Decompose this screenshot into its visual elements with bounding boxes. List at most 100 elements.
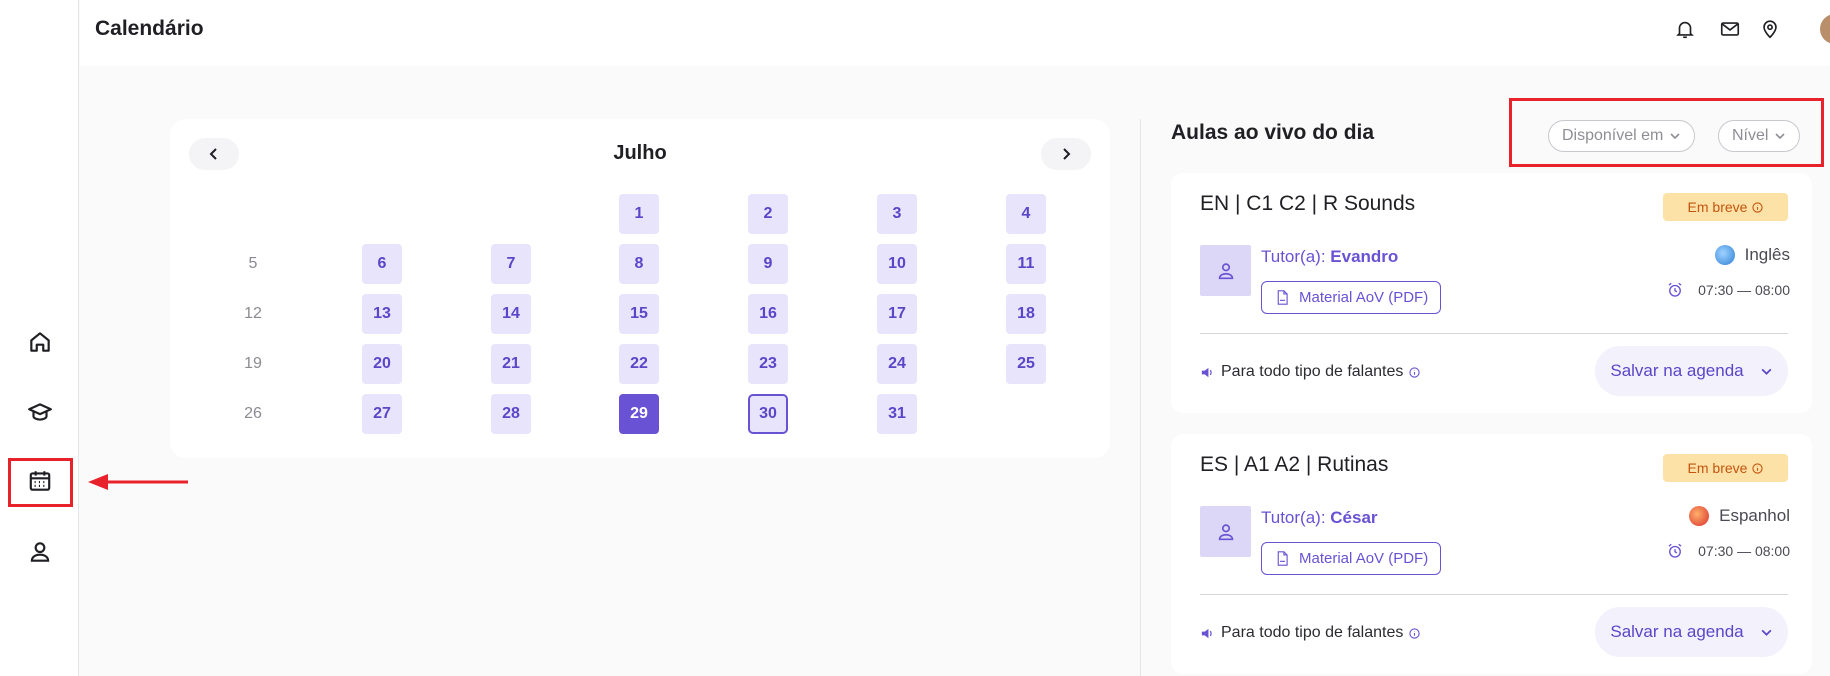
page-title: Calendário (95, 17, 204, 40)
chevron-down-icon (1670, 133, 1680, 140)
time-label: 07:30 — 08:00 (1698, 282, 1790, 298)
calendar-day-7[interactable]: 7 (491, 244, 531, 284)
filter-level-dropdown[interactable]: Nível (1718, 120, 1801, 152)
material-label: Material AoV (PDF) (1299, 550, 1429, 567)
lesson-time: 07:30 — 08:00 (1666, 542, 1790, 560)
nav-courses[interactable] (19, 391, 61, 433)
tutor-prefix: Tutor(a): (1261, 508, 1331, 527)
info-icon[interactable] (1409, 366, 1420, 378)
pdf-file-icon (1277, 551, 1288, 566)
alarm-clock-icon (1668, 282, 1682, 297)
tutor-info: Tutor(a): Evandro (1261, 247, 1398, 267)
chevron-right-icon (1063, 148, 1071, 160)
speaker-icon (1201, 367, 1212, 377)
annotation-arrow-icon (88, 474, 188, 490)
calendar-day-28[interactable]: 28 (491, 394, 531, 434)
messages-button[interactable] (1715, 14, 1745, 44)
calendar-day-24[interactable]: 24 (877, 344, 917, 384)
user-icon (1218, 523, 1233, 540)
tutor-avatar (1200, 245, 1251, 296)
tutor-prefix: Tutor(a): (1261, 247, 1331, 266)
save-to-agenda-button[interactable]: Salvar na agenda (1595, 346, 1788, 396)
alarm-clock-icon (1668, 543, 1682, 558)
mail-icon (1720, 22, 1740, 36)
user-avatar[interactable] (1820, 14, 1830, 44)
user-icon (1218, 262, 1233, 279)
sidebar (0, 0, 79, 676)
calendar-month-label: Julho (613, 142, 667, 164)
notifications-button[interactable] (1670, 14, 1700, 44)
calendar-day-18[interactable]: 18 (1006, 294, 1046, 334)
calendar-day-26: 26 (244, 405, 262, 422)
annotation-highlight-calendar (8, 458, 73, 507)
calendar-day-14[interactable]: 14 (491, 294, 531, 334)
filter-available-dropdown[interactable]: Disponível em (1548, 120, 1696, 152)
calendar-day-20[interactable]: 20 (362, 344, 402, 384)
calendar-day-17[interactable]: 17 (877, 294, 917, 334)
calendar-day-16[interactable]: 16 (748, 294, 788, 334)
language-label: Espanhol (1719, 506, 1790, 525)
map-pin-icon (1763, 20, 1777, 39)
calendar-day-4[interactable]: 4 (1006, 194, 1046, 234)
pdf-file-icon (1277, 290, 1288, 305)
material-label: Material AoV (PDF) (1299, 289, 1429, 306)
location-button[interactable] (1755, 14, 1785, 44)
speakers-label: Para todo tipo de falantes (1221, 363, 1404, 380)
lesson-language: Inglês (1714, 245, 1790, 265)
lesson-card: ES | A1 A2 | Rutinas Em breve Tutor(a): … (1171, 434, 1812, 674)
globe-icon (1689, 506, 1710, 526)
status-badge-label: Em breve (1687, 199, 1748, 215)
save-to-agenda-label: Salvar na agenda (1610, 361, 1744, 380)
save-to-agenda-button[interactable]: Salvar na agenda (1595, 607, 1788, 657)
calendar-day-29[interactable]: 29 (619, 394, 659, 434)
lesson-title: EN | C1 C2 | R Sounds (1200, 192, 1416, 215)
tutor-info: Tutor(a): César (1261, 508, 1378, 528)
lesson-time: 07:30 — 08:00 (1666, 281, 1790, 299)
status-badge-label: Em breve (1687, 460, 1748, 476)
save-to-agenda-label: Salvar na agenda (1610, 622, 1744, 641)
info-icon[interactable] (1409, 627, 1420, 639)
tutor-avatar (1200, 506, 1251, 557)
info-icon (1752, 462, 1764, 474)
globe-icon (1714, 245, 1735, 265)
calendar-day-8[interactable]: 8 (619, 244, 659, 284)
nav-profile[interactable] (19, 531, 61, 573)
calendar-day-23[interactable]: 23 (748, 344, 788, 384)
filter-level-label: Nível (1732, 127, 1769, 144)
calendar-day-12: 12 (244, 305, 262, 322)
material-pdf-button[interactable]: Material AoV (PDF) (1261, 281, 1442, 314)
calendar-day-25[interactable]: 25 (1006, 344, 1046, 384)
calendar-day-6[interactable]: 6 (362, 244, 402, 284)
lesson-title: ES | A1 A2 | Rutinas (1200, 453, 1389, 476)
speakers-info: Para todo tipo de falantes (1200, 363, 1420, 381)
calendar-day-10[interactable]: 10 (877, 244, 917, 284)
status-badge: Em breve (1663, 193, 1788, 221)
calendar-day-13[interactable]: 13 (362, 294, 402, 334)
calendar-day-31[interactable]: 31 (877, 394, 917, 434)
calendar-day-22[interactable]: 22 (619, 344, 659, 384)
calendar-card: Julho 1 2 3 4 5 6 7 8 9 10 11 12 13 14 15 16 17 18 19 20 21 2… (170, 119, 1110, 458)
calendar-day-21[interactable]: 21 (491, 344, 531, 384)
calendar-day-5: 5 (248, 255, 258, 272)
panel-divider (1140, 119, 1141, 676)
status-badge: Em breve (1663, 454, 1788, 482)
calendar-day-3[interactable]: 3 (877, 194, 917, 234)
user-icon (30, 542, 50, 562)
calendar-day-15[interactable]: 15 (619, 294, 659, 334)
calendar-day-27[interactable]: 27 (362, 394, 402, 434)
material-pdf-button[interactable]: Material AoV (PDF) (1261, 542, 1442, 575)
calendar-day-2[interactable]: 2 (748, 194, 788, 234)
speakers-label: Para todo tipo de falantes (1221, 624, 1404, 641)
lesson-card: EN | C1 C2 | R Sounds Em breve Tutor(a):… (1171, 173, 1812, 413)
calendar-day-11[interactable]: 11 (1006, 244, 1046, 284)
calendar-day-30[interactable]: 30 (748, 394, 788, 434)
language-label: Inglês (1744, 245, 1790, 264)
card-divider (1200, 594, 1788, 595)
info-icon (1752, 201, 1764, 213)
home-icon (30, 332, 50, 352)
calendar-day-19: 19 (244, 355, 262, 372)
next-month-button[interactable] (1041, 138, 1091, 170)
calendar-day-1[interactable]: 1 (619, 194, 659, 234)
nav-home[interactable] (19, 321, 61, 363)
calendar-day-9[interactable]: 9 (748, 244, 788, 284)
